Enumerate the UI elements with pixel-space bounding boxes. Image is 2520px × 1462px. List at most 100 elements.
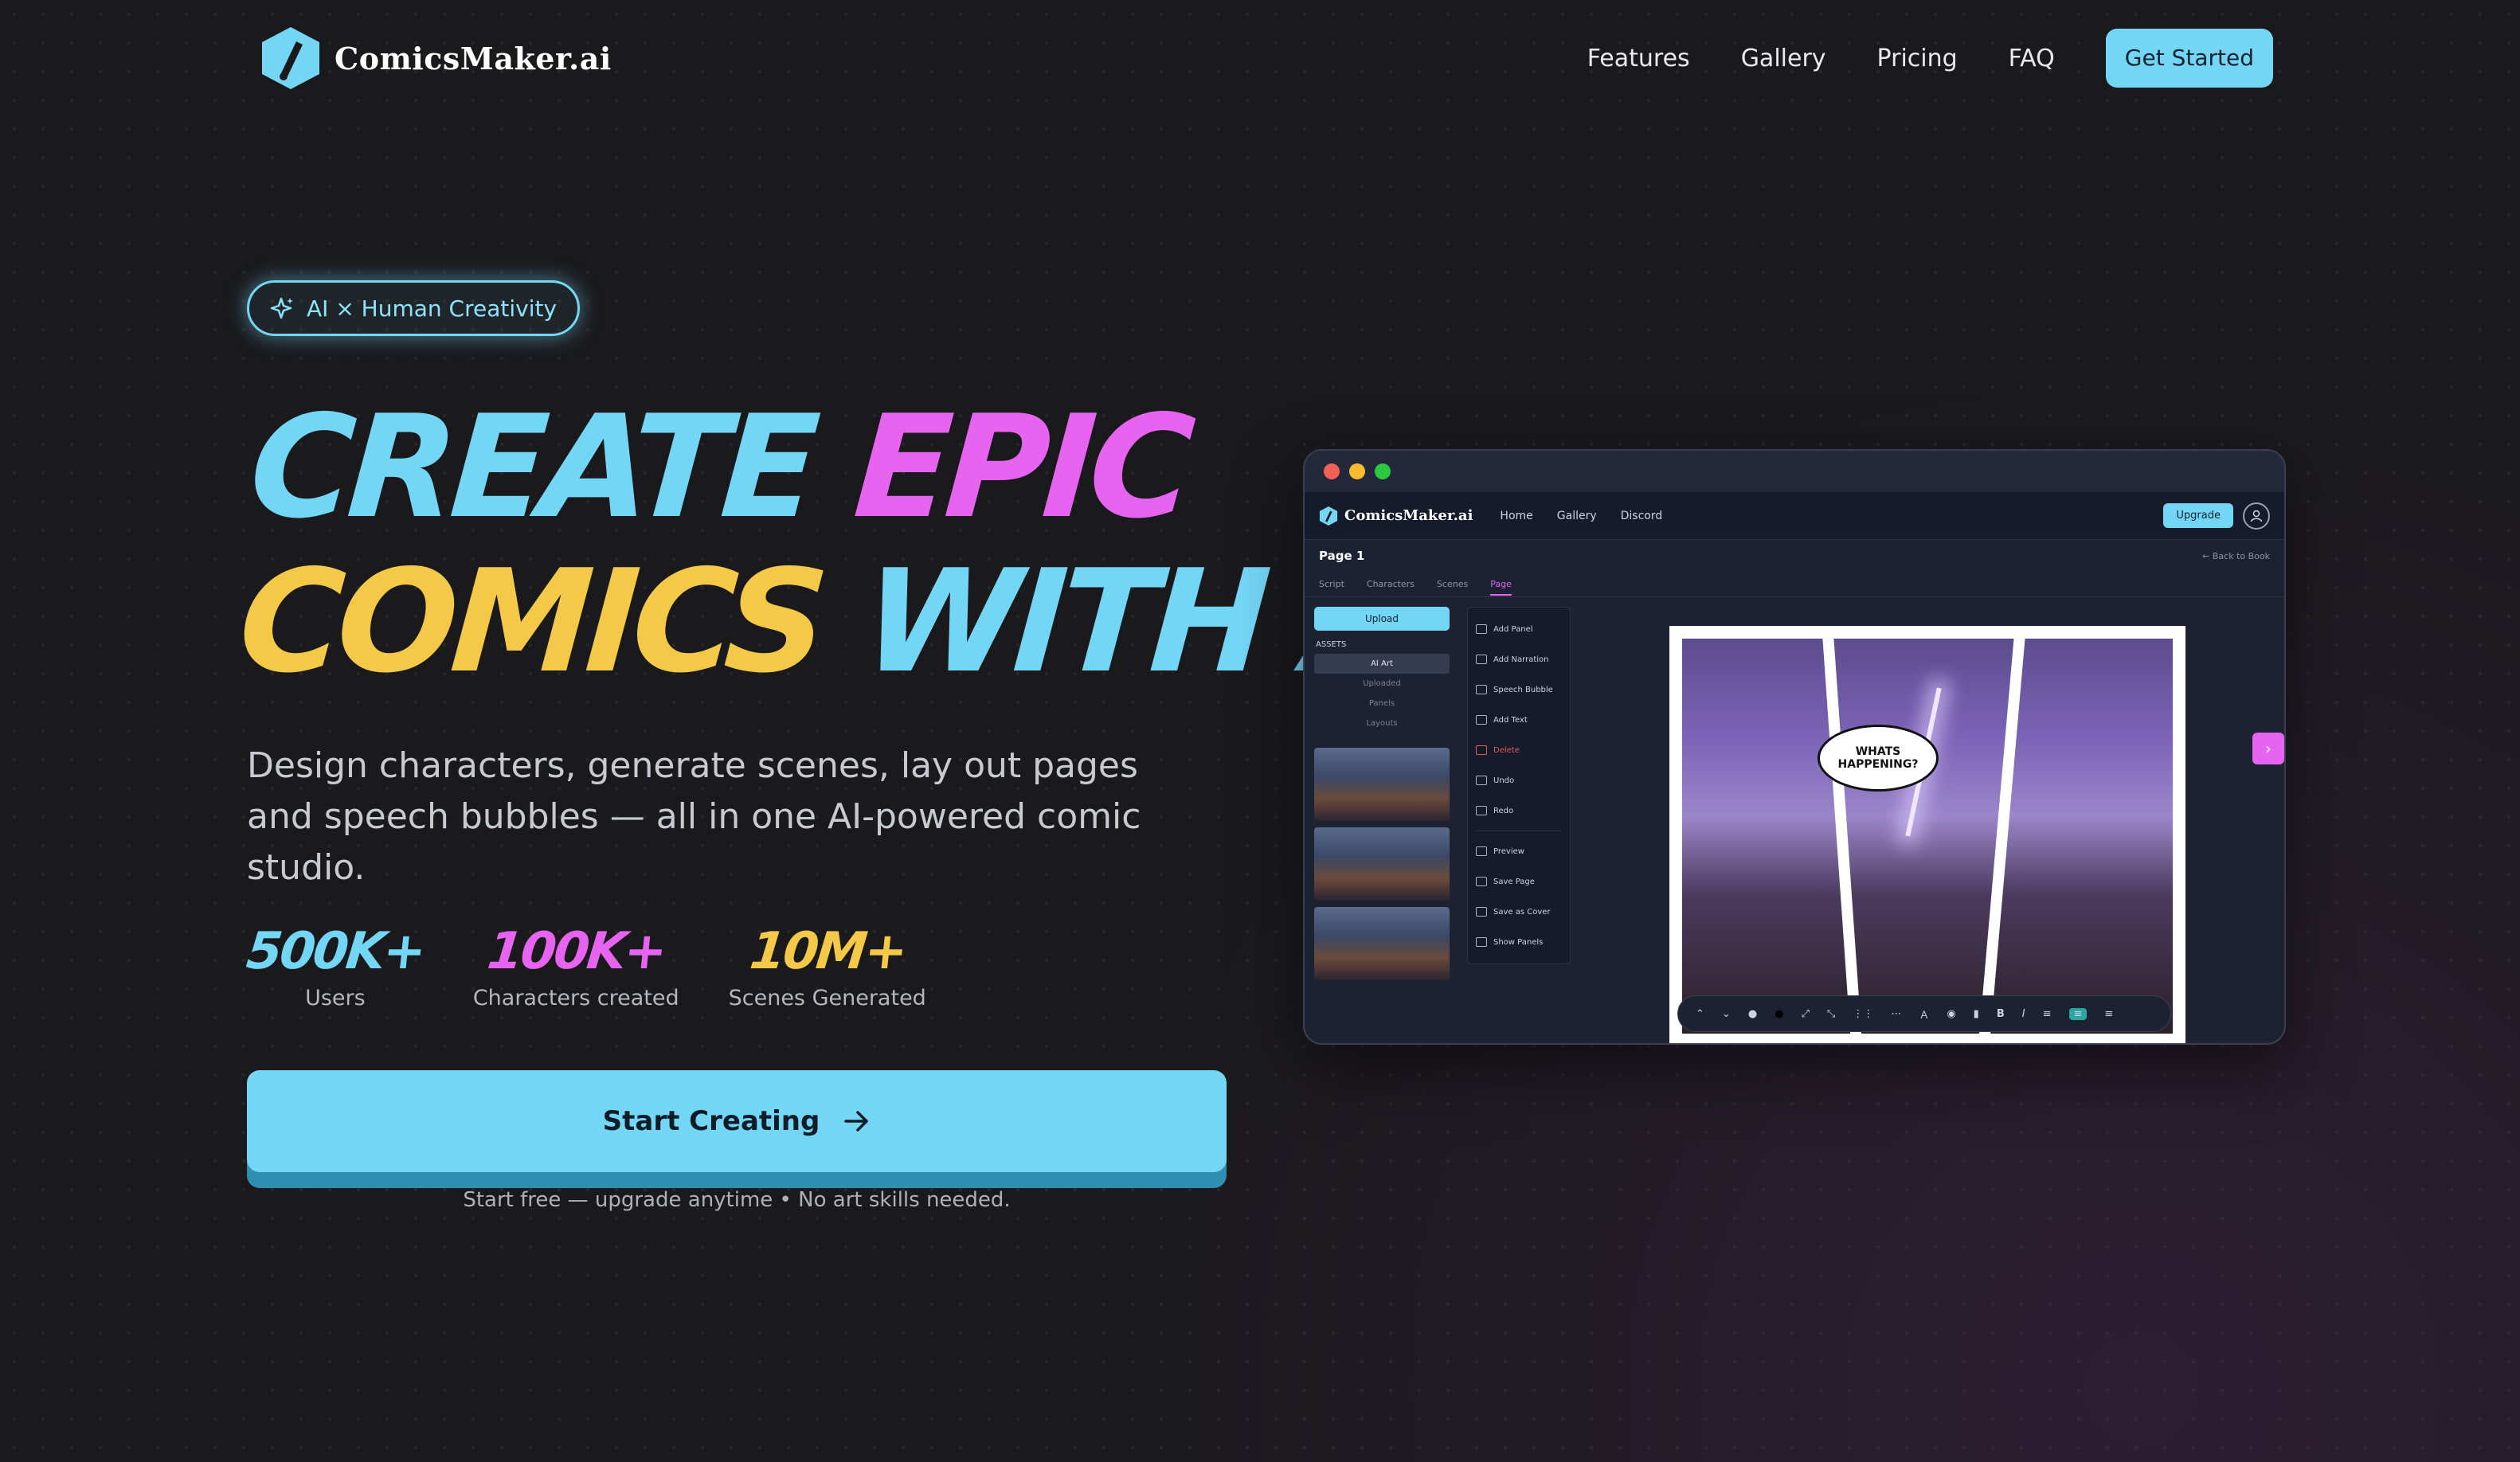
more-icon[interactable]: ⋯ bbox=[1891, 1008, 1901, 1020]
tool-redo[interactable]: Redo bbox=[1476, 796, 1562, 826]
color-white-icon[interactable]: ● bbox=[1748, 1008, 1757, 1020]
tab-scenes[interactable]: Scenes bbox=[1437, 579, 1468, 589]
chevron-right-icon: › bbox=[2265, 739, 2272, 758]
align-center-icon[interactable]: ≡ bbox=[2068, 1007, 2088, 1020]
asset-tab-layouts[interactable]: Layouts bbox=[1314, 713, 1450, 733]
back-to-book-link[interactable]: ← Back to Book bbox=[2202, 551, 2270, 561]
book-icon bbox=[1476, 907, 1487, 917]
tool-preview[interactable]: Preview bbox=[1476, 836, 1562, 866]
stat-users: 500K+ Users bbox=[244, 922, 427, 1010]
align-right-icon[interactable]: ≡ bbox=[2104, 1008, 2113, 1020]
comic-panels: WHATS HAPPENING? bbox=[1682, 639, 2173, 1034]
app-nav-gallery[interactable]: Gallery bbox=[1557, 510, 1597, 522]
tool-save-as-cover[interactable]: Save as Cover bbox=[1476, 897, 1562, 927]
brand-name: ComicsMaker.ai bbox=[335, 40, 612, 76]
next-page-button[interactable]: › bbox=[2252, 733, 2284, 764]
sparkle-icon bbox=[270, 297, 293, 319]
asset-thumbnail[interactable] bbox=[1314, 907, 1450, 980]
assets-panel: Upload ASSETS AI Art Uploaded Panels Lay… bbox=[1314, 607, 1450, 980]
narration-icon bbox=[1476, 655, 1487, 664]
tool-add-narration[interactable]: Add Narration bbox=[1476, 644, 1562, 674]
app-upgrade-button[interactable]: Upgrade bbox=[2163, 503, 2233, 528]
get-started-button[interactable]: Get Started bbox=[2105, 29, 2273, 88]
stat-label: Users bbox=[305, 986, 366, 1010]
arrow-right-icon bbox=[844, 1111, 869, 1132]
italic-icon[interactable]: I bbox=[2022, 1008, 2025, 1020]
tab-script[interactable]: Script bbox=[1319, 579, 1344, 589]
nav-link-faq[interactable]: FAQ bbox=[2009, 45, 2055, 72]
nav-link-features[interactable]: Features bbox=[1587, 45, 1690, 72]
tool-speech-bubble[interactable]: Speech Bubble bbox=[1476, 674, 1562, 705]
app-logo[interactable]: ComicsMaker.ai bbox=[1319, 506, 1473, 526]
asset-thumbnail[interactable] bbox=[1314, 827, 1450, 901]
comic-page-canvas[interactable]: WHATS HAPPENING? bbox=[1669, 626, 2185, 1043]
user-avatar-icon[interactable] bbox=[2243, 502, 2270, 530]
start-creating-button[interactable]: Start Creating bbox=[247, 1070, 1227, 1172]
stat-value: 100K+ bbox=[484, 922, 667, 981]
app-editor: Upload ASSETS AI Art Uploaded Panels Lay… bbox=[1305, 597, 2284, 1043]
tab-page[interactable]: Page bbox=[1490, 579, 1512, 596]
window-titlebar bbox=[1305, 451, 2284, 492]
stat-scenes: 10M+ Scenes Generated bbox=[729, 922, 926, 1010]
grid-icon[interactable]: ⋮⋮ bbox=[1853, 1008, 1873, 1020]
headline-word-epic: EPIC bbox=[849, 385, 1193, 549]
app-nav-home[interactable]: Home bbox=[1500, 510, 1532, 522]
close-dot-icon bbox=[1324, 463, 1340, 479]
app-nav: ComicsMaker.ai Home Gallery Discord Upgr… bbox=[1305, 492, 2284, 540]
add-panel-icon bbox=[1476, 624, 1487, 634]
undo-icon bbox=[1476, 776, 1487, 785]
speech-bubble[interactable]: WHATS HAPPENING? bbox=[1818, 725, 1939, 792]
move-down-icon[interactable]: ⌄ bbox=[1722, 1008, 1731, 1020]
trash-icon bbox=[1476, 745, 1487, 755]
expand-icon[interactable]: ⤢ bbox=[1802, 1008, 1810, 1020]
tab-characters[interactable]: Characters bbox=[1367, 579, 1415, 589]
stat-value: 10M+ bbox=[746, 922, 908, 981]
tool-save-page[interactable]: Save Page bbox=[1476, 866, 1562, 897]
assets-label: ASSETS bbox=[1316, 640, 1347, 649]
bold-icon[interactable]: B bbox=[1997, 1008, 2005, 1020]
app-logo-icon bbox=[1319, 506, 1338, 526]
nav-link-gallery[interactable]: Gallery bbox=[1741, 45, 1826, 72]
headline-word-create: CREATE bbox=[245, 385, 819, 549]
tool-undo[interactable]: Undo bbox=[1476, 765, 1562, 796]
start-creating-label: Start Creating bbox=[602, 1105, 820, 1137]
asset-tab-ai-art[interactable]: AI Art bbox=[1314, 654, 1450, 674]
comic-artwork bbox=[1682, 639, 2173, 1034]
asset-tab-uploaded[interactable]: Uploaded bbox=[1314, 674, 1450, 694]
minimize-dot-icon bbox=[1349, 463, 1365, 479]
tool-label: Show Panels bbox=[1493, 937, 1544, 947]
tools-menu: Add Panel Add Narration Speech Bubble Ad… bbox=[1467, 607, 1571, 964]
fill-icon[interactable]: ◉ bbox=[1947, 1008, 1955, 1020]
color-black-icon[interactable]: ● bbox=[1775, 1008, 1783, 1020]
upload-button[interactable]: Upload bbox=[1314, 607, 1450, 631]
asset-tab-panels[interactable]: Panels bbox=[1314, 694, 1450, 713]
app-nav-links: Home Gallery Discord bbox=[1500, 510, 1662, 522]
hero-headline: CREATE EPIC COMICS WITH AI bbox=[234, 385, 1472, 704]
brand-logo[interactable]: ComicsMaker.ai bbox=[260, 25, 612, 91]
tool-show-panels[interactable]: Show Panels bbox=[1476, 927, 1562, 957]
asset-thumbnail[interactable] bbox=[1314, 748, 1450, 821]
stat-value: 500K+ bbox=[244, 922, 427, 981]
tool-delete[interactable]: Delete bbox=[1476, 735, 1562, 765]
tool-label: Speech Bubble bbox=[1493, 685, 1553, 694]
tool-add-text[interactable]: Add Text bbox=[1476, 705, 1562, 735]
speech-bubble-icon bbox=[1476, 685, 1487, 694]
hero-subtitle: Design characters, generate scenes, lay … bbox=[247, 745, 1141, 888]
redo-icon bbox=[1476, 806, 1487, 815]
tool-add-panel[interactable]: Add Panel bbox=[1476, 614, 1562, 644]
eye-icon bbox=[1476, 846, 1487, 856]
app-page-title: Page 1 bbox=[1319, 549, 1365, 563]
app-nav-discord[interactable]: Discord bbox=[1621, 510, 1663, 522]
font-size-icon[interactable]: Ａ bbox=[1919, 1007, 1929, 1022]
chart-icon[interactable]: ▮ bbox=[1974, 1008, 1979, 1020]
shrink-icon[interactable]: ⤡ bbox=[1827, 1008, 1835, 1020]
align-left-icon[interactable]: ≡ bbox=[2043, 1008, 2052, 1020]
bookmark-icon bbox=[1476, 877, 1487, 886]
tool-label: Add Panel bbox=[1493, 624, 1533, 634]
tool-label: Preview bbox=[1493, 846, 1524, 856]
headline-word-comics: COMICS bbox=[234, 539, 828, 704]
app-page-header: Page 1 ← Back to Book bbox=[1305, 540, 2284, 572]
nav-link-pricing[interactable]: Pricing bbox=[1877, 45, 1958, 72]
tool-label: Redo bbox=[1493, 806, 1514, 815]
move-up-icon[interactable]: ⌃ bbox=[1696, 1008, 1704, 1020]
